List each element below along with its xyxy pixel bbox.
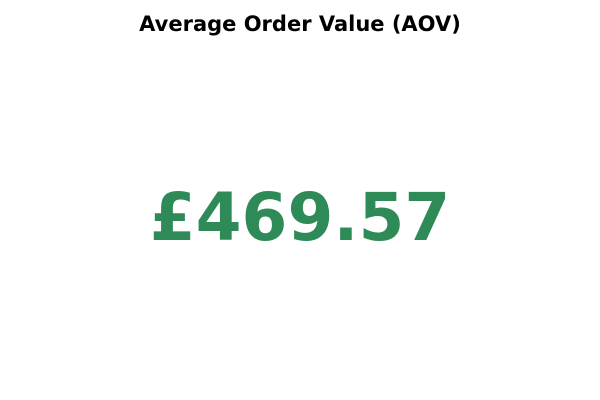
- chart-title: Average Order Value (AOV): [139, 12, 461, 36]
- kpi-value: £469.57: [149, 179, 451, 256]
- kpi-card: Average Order Value (AOV) £469.57: [0, 0, 600, 400]
